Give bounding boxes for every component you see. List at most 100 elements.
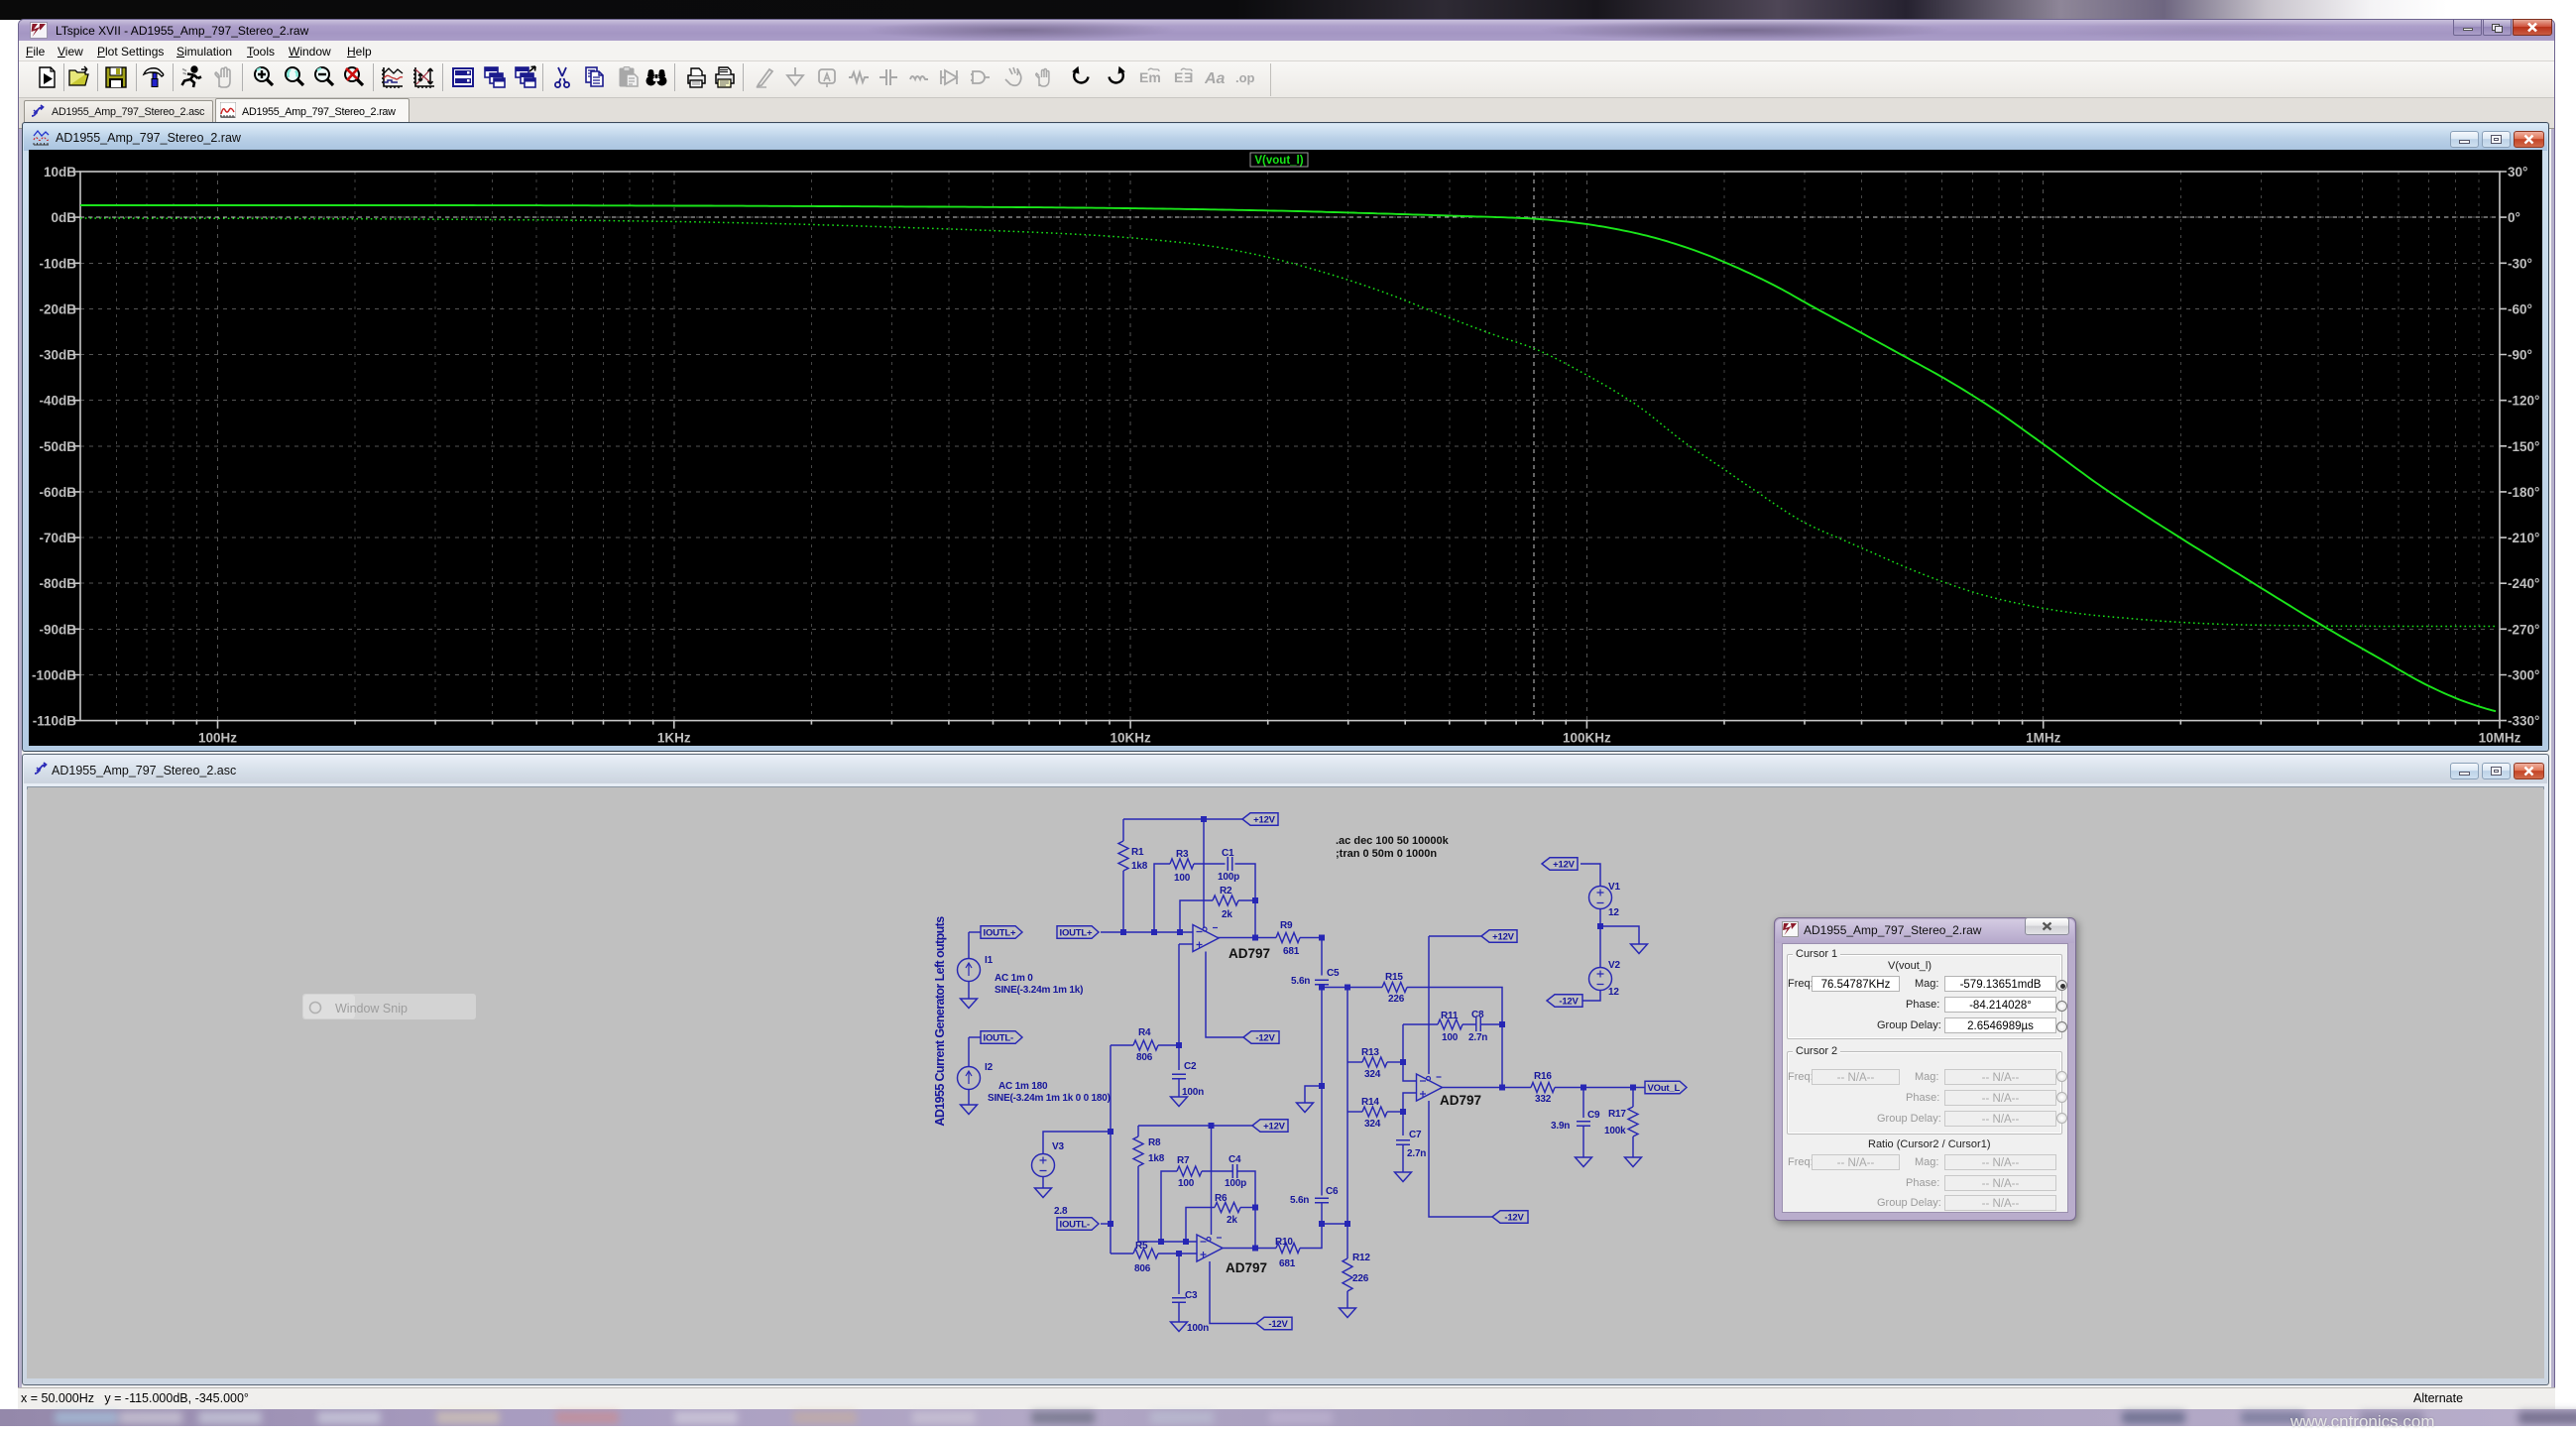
svg-text:-300°: -300° [2508, 668, 2539, 683]
svg-text:R15: R15 [1385, 972, 1403, 983]
svg-text:AD797: AD797 [1226, 1260, 1267, 1275]
svg-text:V3: V3 [1052, 1141, 1064, 1152]
svg-text:30°: 30° [2508, 165, 2527, 179]
svg-text:100n: 100n [1187, 1323, 1209, 1334]
svg-text:-330°: -330° [2508, 714, 2539, 729]
svg-text:SINE(-3.24m 1m 1k 0 0 180): SINE(-3.24m 1m 1k 0 0 180) [988, 1093, 1111, 1104]
svg-text:C7: C7 [1409, 1130, 1422, 1140]
svg-text:-100dB: -100dB [32, 668, 76, 683]
svg-text:-180°: -180° [2508, 485, 2539, 500]
svg-text:-70dB: -70dB [39, 531, 76, 545]
svg-text:226: 226 [1388, 994, 1405, 1005]
svg-text:.ac dec 100 50 10000k: .ac dec 100 50 10000k [1336, 835, 1450, 847]
svg-text:C8: C8 [1471, 1010, 1484, 1020]
svg-text:0dB: 0dB [51, 210, 76, 225]
svg-text:C3: C3 [1185, 1290, 1198, 1301]
svg-text:Em: Em [1139, 69, 1161, 85]
svg-text:AD797: AD797 [1229, 946, 1270, 961]
svg-text:100Hz: 100Hz [198, 731, 237, 746]
svg-text:681: 681 [1283, 946, 1300, 957]
svg-text:R5: R5 [1135, 1241, 1148, 1252]
svg-text:324: 324 [1364, 1069, 1381, 1080]
svg-text:100k: 100k [1604, 1126, 1626, 1136]
svg-text:AD1955 Current Generator Left: AD1955 Current Generator Left outputs [933, 916, 947, 1127]
svg-text:1MHz: 1MHz [2026, 731, 2061, 746]
svg-text:-30dB: -30dB [39, 348, 76, 363]
svg-text:-120°: -120° [2508, 394, 2539, 409]
svg-text:100: 100 [1442, 1032, 1459, 1043]
svg-text:V(vout_l): V(vout_l) [1254, 155, 1303, 167]
svg-text:1KHz: 1KHz [657, 731, 691, 746]
svg-text:10MHz: 10MHz [2479, 731, 2521, 746]
svg-text:100: 100 [1178, 1178, 1195, 1189]
svg-text:0°: 0° [2508, 210, 2520, 225]
svg-text:C2: C2 [1184, 1061, 1197, 1072]
svg-text:C1: C1 [1222, 848, 1234, 859]
svg-text:10dB: 10dB [44, 165, 76, 179]
svg-text:-60dB: -60dB [39, 485, 76, 500]
svg-text:3.9n: 3.9n [1551, 1121, 1570, 1132]
svg-text:IOUTL+: IOUTL+ [1060, 927, 1093, 938]
svg-text:IOUTL+: IOUTL+ [984, 927, 1016, 938]
svg-text:1k8: 1k8 [1148, 1153, 1165, 1164]
svg-text:-60°: -60° [2508, 301, 2532, 316]
svg-text:R3: R3 [1176, 849, 1189, 860]
svg-text:5.6n: 5.6n [1291, 976, 1310, 987]
svg-text:IOUTL-: IOUTL- [1060, 1219, 1090, 1230]
svg-text:2.8: 2.8 [1054, 1206, 1068, 1217]
svg-text:324: 324 [1364, 1119, 1381, 1130]
svg-text:-90dB: -90dB [39, 622, 76, 637]
svg-text:;tran 0 50m 0 1000n: ;tran 0 50m 0 1000n [1336, 848, 1437, 860]
svg-text:-12V: -12V [1268, 1319, 1288, 1330]
svg-text:R12: R12 [1352, 1253, 1370, 1263]
svg-text:VOut_L: VOut_L [1648, 1083, 1681, 1094]
svg-text:1k8: 1k8 [1131, 861, 1148, 872]
svg-text:R4: R4 [1138, 1027, 1151, 1038]
svg-text:R9: R9 [1280, 920, 1293, 931]
svg-text:-150°: -150° [2508, 439, 2539, 454]
svg-text:R7: R7 [1177, 1155, 1190, 1166]
svg-text:AC 1m 0: AC 1m 0 [995, 973, 1033, 984]
svg-text:I2: I2 [985, 1062, 994, 1073]
svg-text:R1: R1 [1131, 847, 1144, 858]
svg-text:R6: R6 [1215, 1193, 1228, 1204]
svg-text:806: 806 [1136, 1052, 1153, 1063]
svg-text:.op: .op [1235, 70, 1255, 85]
svg-text:R16: R16 [1534, 1071, 1552, 1082]
svg-text:V1: V1 [1608, 882, 1620, 893]
svg-text:R13: R13 [1361, 1047, 1379, 1058]
svg-text:-50dB: -50dB [39, 439, 76, 454]
svg-text:226: 226 [1352, 1273, 1369, 1284]
svg-text:R11: R11 [1441, 1011, 1459, 1021]
svg-text:I1: I1 [985, 955, 994, 966]
svg-text:-240°: -240° [2508, 576, 2539, 591]
svg-text:R10: R10 [1275, 1237, 1293, 1248]
svg-text:V2: V2 [1608, 960, 1620, 971]
svg-text:2.7n: 2.7n [1407, 1148, 1426, 1159]
svg-text:2.7n: 2.7n [1468, 1032, 1487, 1043]
svg-text:-40dB: -40dB [39, 394, 76, 409]
svg-text:Window Snip: Window Snip [335, 1002, 408, 1016]
svg-text:-80dB: -80dB [39, 576, 76, 591]
svg-text:-12V: -12V [1504, 1212, 1524, 1223]
svg-text:+12V: +12V [1492, 931, 1515, 942]
svg-text:C9: C9 [1587, 1110, 1600, 1121]
svg-text:12: 12 [1608, 907, 1619, 918]
svg-text:AC 1m 180: AC 1m 180 [998, 1081, 1048, 1092]
svg-text:Aa: Aa [1205, 70, 1226, 87]
svg-text:-12V: -12V [1559, 996, 1579, 1007]
svg-text:100p: 100p [1225, 1178, 1246, 1189]
svg-text:-20dB: -20dB [39, 301, 76, 316]
svg-text:100: 100 [1174, 873, 1191, 884]
svg-text:-210°: -210° [2508, 531, 2539, 545]
svg-text:806: 806 [1134, 1263, 1151, 1274]
svg-text:332: 332 [1535, 1094, 1552, 1105]
svg-text:C4: C4 [1229, 1154, 1241, 1165]
svg-text:12: 12 [1608, 987, 1619, 998]
svg-text:AD797: AD797 [1440, 1093, 1481, 1108]
svg-text:+12V: +12V [1253, 814, 1276, 825]
svg-text:681: 681 [1279, 1258, 1296, 1269]
svg-text:10KHz: 10KHz [1110, 731, 1151, 746]
svg-text:-30°: -30° [2508, 256, 2532, 271]
svg-text:R2: R2 [1220, 886, 1232, 896]
